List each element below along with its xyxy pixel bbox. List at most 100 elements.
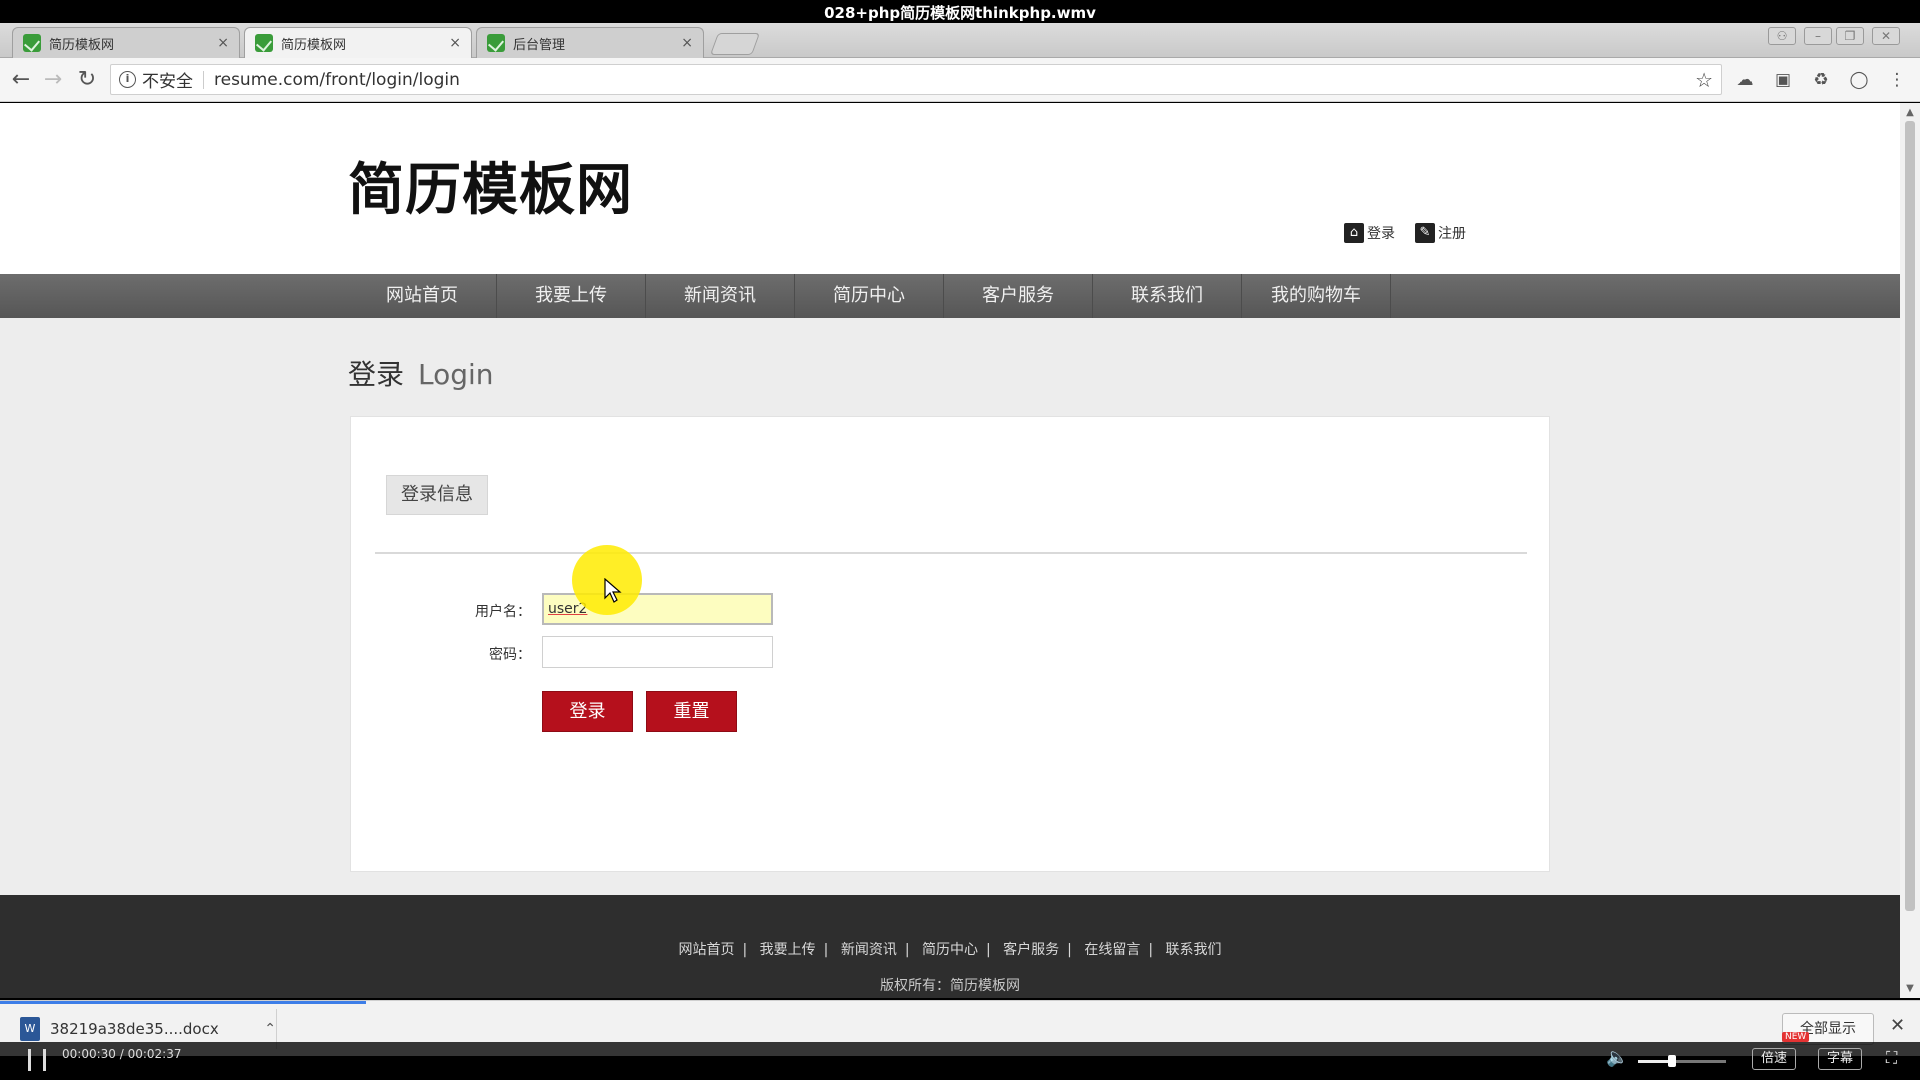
reset-button[interactable]: 重置 bbox=[646, 691, 737, 732]
scroll-down-icon[interactable]: ▼ bbox=[1904, 983, 1916, 994]
page-title-en: Login bbox=[418, 358, 494, 391]
browser-tab-strip: 简历模板网 × 简历模板网 × 后台管理 × ⚇ – ❐ ✕ bbox=[0, 23, 1920, 58]
header-links: ⌂ 登录 ✎ 注册 bbox=[1344, 223, 1466, 243]
login-button[interactable]: 登录 bbox=[542, 691, 633, 732]
speed-button[interactable]: 倍速 bbox=[1752, 1048, 1797, 1070]
password-label: 密码： bbox=[489, 647, 531, 663]
page-scrollbar[interactable]: ▲ ▼ bbox=[1900, 103, 1920, 998]
tab-close-icon[interactable]: × bbox=[449, 35, 461, 51]
home-icon: ⌂ bbox=[1344, 223, 1364, 243]
volume-icon[interactable]: 🔈 bbox=[1606, 1047, 1628, 1068]
footer-link-guestbook[interactable]: 在线留言 bbox=[1084, 942, 1140, 958]
browser-tab-active[interactable]: 简历模板网 × bbox=[244, 27, 472, 58]
volume-slider[interactable] bbox=[1638, 1060, 1726, 1063]
footer-links: 网站首页 | 我要上传 | 新闻资讯 | 简历中心 | 客户服务 | 在线留言 | 联系我们 bbox=[0, 939, 1900, 959]
login-panel: 登录信息 用户名： 密码： 登录 重置 bbox=[350, 416, 1550, 872]
chevron-up-icon[interactable]: ⌃ bbox=[264, 1021, 276, 1037]
footer-separator: | bbox=[986, 942, 991, 958]
video-title: 028+php简历模板网thinkphp.wmv bbox=[824, 4, 1096, 22]
tab-close-icon[interactable]: × bbox=[681, 35, 693, 51]
page-viewport: 简历模板网 ⌂ 登录 ✎ 注册 网站首页 我要上传 新闻资讯 简历中心 客户服务… bbox=[0, 103, 1900, 998]
site-favicon-icon bbox=[487, 34, 505, 52]
username-label: 用户名： bbox=[475, 604, 531, 620]
copyright-text: 版权所有：简历模板网 bbox=[880, 978, 1020, 994]
forward-arrow-icon[interactable]: → bbox=[40, 67, 66, 93]
browser-toolbar: ← → ↻ i 不安全 resume.com/front/login/login… bbox=[0, 58, 1920, 102]
bookmark-star-icon[interactable]: ☆ bbox=[1695, 68, 1713, 92]
nav-item-home[interactable]: 网站首页 bbox=[348, 274, 497, 318]
tab-close-icon[interactable]: × bbox=[217, 35, 229, 51]
tab-title: 后台管理 bbox=[513, 37, 566, 53]
browser-tab[interactable]: 后台管理 × bbox=[476, 27, 704, 58]
volume-knob[interactable] bbox=[1668, 1055, 1676, 1067]
site-footer: 网站首页 | 我要上传 | 新闻资讯 | 简历中心 | 客户服务 | 在线留言 | 联系我们… bbox=[0, 895, 1900, 998]
nav-item-customer-service[interactable]: 客户服务 bbox=[944, 274, 1093, 318]
tab-title: 简历模板网 bbox=[281, 37, 347, 53]
footer-link-upload[interactable]: 我要上传 bbox=[760, 942, 816, 958]
word-document-icon: W bbox=[20, 1017, 40, 1041]
download-progress bbox=[0, 1001, 366, 1004]
content-area: 登录 Login 登录信息 用户名： 密码： 登录 重置 bbox=[0, 318, 1900, 895]
nav-item-resume-center[interactable]: 简历中心 bbox=[795, 274, 944, 318]
url-text[interactable]: resume.com/front/login/login bbox=[214, 70, 1695, 90]
header-register-label: 注册 bbox=[1438, 226, 1466, 242]
new-badge: NEW bbox=[1782, 1032, 1810, 1042]
scroll-up-icon[interactable]: ▲ bbox=[1904, 107, 1916, 118]
recycle-extension-icon[interactable]: ♻ bbox=[1810, 69, 1832, 91]
footer-link-news[interactable]: 新闻资讯 bbox=[841, 942, 897, 958]
footer-link-resume-center[interactable]: 简历中心 bbox=[922, 942, 978, 958]
nav-item-contact[interactable]: 联系我们 bbox=[1093, 274, 1242, 318]
download-filename: 38219a38de35....docx bbox=[50, 1020, 219, 1038]
footer-link-home[interactable]: 网站首页 bbox=[678, 942, 734, 958]
header-login-link[interactable]: ⌂ 登录 bbox=[1344, 223, 1395, 243]
volume-fill bbox=[1638, 1060, 1669, 1063]
video-title-bar: 028+php简历模板网thinkphp.wmv bbox=[0, 0, 1920, 23]
menu-kebab-icon[interactable]: ⋮ bbox=[1886, 69, 1908, 91]
page-title: 登录 Login bbox=[348, 353, 494, 393]
close-window-icon[interactable]: ✕ bbox=[1872, 27, 1900, 45]
video-player-controls: 00:00:30 / 00:02:37 🔈 倍速 字幕 ⛶ bbox=[0, 1042, 1920, 1080]
security-status[interactable]: 不安全 bbox=[142, 67, 193, 92]
footer-separator: | bbox=[742, 942, 748, 958]
site-favicon-icon bbox=[255, 34, 273, 52]
cloud-extension-icon[interactable]: ☁ bbox=[1734, 69, 1756, 91]
close-download-shelf-icon[interactable]: ✕ bbox=[1890, 1015, 1905, 1036]
password-input[interactable] bbox=[542, 636, 773, 668]
minimize-icon[interactable]: – bbox=[1804, 27, 1832, 45]
site-favicon-icon bbox=[23, 34, 41, 52]
nav-item-news[interactable]: 新闻资讯 bbox=[646, 274, 795, 318]
browser-tab[interactable]: 简历模板网 × bbox=[12, 27, 240, 58]
back-arrow-icon[interactable]: ← bbox=[8, 67, 34, 93]
site-logo[interactable]: 简历模板网 bbox=[348, 145, 633, 226]
pause-icon[interactable] bbox=[28, 1049, 46, 1071]
fullscreen-icon[interactable]: ⛶ bbox=[1886, 1048, 1897, 1068]
tab-title: 简历模板网 bbox=[49, 37, 115, 53]
restore-icon[interactable]: ❐ bbox=[1836, 27, 1864, 45]
mouse-cursor-icon bbox=[604, 578, 622, 603]
footer-separator: | bbox=[1067, 942, 1072, 958]
scroll-thumb[interactable] bbox=[1905, 121, 1915, 911]
address-separator bbox=[203, 70, 204, 89]
header-login-label: 登录 bbox=[1367, 226, 1395, 242]
footer-separator: | bbox=[823, 942, 829, 958]
circle-extension-icon[interactable]: ◯ bbox=[1848, 69, 1870, 91]
footer-separator: | bbox=[1148, 942, 1154, 958]
reload-icon[interactable]: ↻ bbox=[74, 67, 100, 93]
login-info-tab[interactable]: 登录信息 bbox=[386, 475, 488, 515]
info-icon[interactable]: i bbox=[119, 71, 136, 88]
extension-icon[interactable]: ▣ bbox=[1772, 69, 1794, 91]
footer-separator: | bbox=[904, 942, 910, 958]
panel-divider bbox=[375, 552, 1527, 554]
playback-time: 00:00:30 / 00:02:37 bbox=[62, 1047, 182, 1061]
nav-item-cart[interactable]: 我的购物车 bbox=[1242, 274, 1391, 318]
page-title-cn: 登录 bbox=[348, 358, 405, 391]
main-nav: 网站首页 我要上传 新闻资讯 简历中心 客户服务 联系我们 我的购物车 bbox=[0, 274, 1900, 318]
subtitle-button[interactable]: 字幕 bbox=[1818, 1048, 1863, 1070]
header-register-link[interactable]: ✎ 注册 bbox=[1415, 223, 1466, 243]
nav-item-upload[interactable]: 我要上传 bbox=[497, 274, 646, 318]
address-bar[interactable]: i 不安全 resume.com/front/login/login ☆ bbox=[110, 64, 1722, 95]
user-profile-icon[interactable]: ⚇ bbox=[1768, 27, 1796, 45]
new-tab-button[interactable] bbox=[709, 33, 761, 55]
footer-link-contact[interactable]: 联系我们 bbox=[1166, 942, 1222, 958]
footer-link-customer-service[interactable]: 客户服务 bbox=[1003, 942, 1059, 958]
